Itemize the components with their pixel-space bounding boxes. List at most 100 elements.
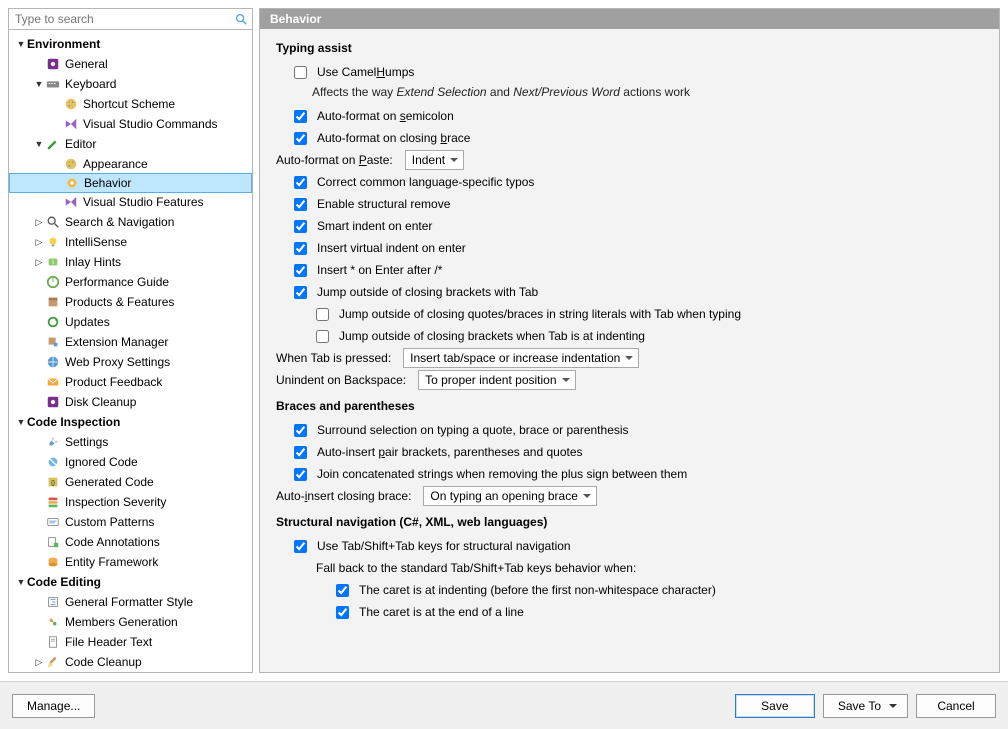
chevron-right-icon[interactable]: ▷ [33,237,45,248]
label-caret-eol: The caret is at the end of a line [359,605,524,619]
tree-item-members-generation[interactable]: ▷Members Generation [9,612,252,632]
tree-item-file-header-text[interactable]: ▷File Header Text [9,632,252,652]
chevron-right-icon[interactable]: ▷ [33,657,45,668]
tree-item-ignored-code[interactable]: ▷Ignored Code [9,452,252,472]
tree-item-product-feedback[interactable]: ▷Product Feedback [9,372,252,392]
gear-red-icon [45,394,61,410]
chevron-right-icon[interactable]: ▷ [33,257,45,268]
cancel-button[interactable]: Cancel [916,694,996,718]
save-to-button[interactable]: Save To [823,694,908,718]
annot-icon [45,534,61,550]
tree-item-shortcut-scheme[interactable]: ▷Shortcut Scheme [9,94,252,114]
checkbox-camelhumps[interactable] [294,66,307,79]
tree-item-extension-manager[interactable]: ▷Extension Manager [9,332,252,352]
tree-item-settings[interactable]: ▷Settings [9,432,252,452]
tree-label: Visual Studio Features [83,195,204,209]
tree-label: General [65,57,108,71]
tree-label: Ignored Code [65,455,138,469]
tree-item-code-annotations[interactable]: ▷Code Annotations [9,532,252,552]
checkbox-jump-tab[interactable] [294,286,307,299]
manage-button[interactable]: Manage... [12,694,95,718]
tree-item-visual-studio-commands[interactable]: ▷Visual Studio Commands [9,114,252,134]
tree-item-editor[interactable]: ▼Editor [9,134,252,154]
chevron-down-icon[interactable]: ▼ [33,79,45,89]
tree-item-products-features[interactable]: ▷Products & Features [9,292,252,312]
tree-item-appearance[interactable]: ▷Appearance [9,154,252,174]
search-input[interactable] [13,11,234,27]
tree-label: Code Editing [27,575,101,589]
tree-item-generated-code[interactable]: ▷{}Generated Code [9,472,252,492]
tree-label: Custom Patterns [65,515,154,529]
combo-autoformat-paste[interactable]: Indent [405,150,464,170]
search-row[interactable] [8,8,253,30]
save-button[interactable]: Save [735,694,815,718]
checkbox-autoformat-semicolon[interactable] [294,110,307,123]
tree-item-code-inspection[interactable]: ▼Code Inspection [9,412,252,432]
tree-item-visual-studio-features[interactable]: ▷Visual Studio Features [9,192,252,212]
checkbox-virtual-indent[interactable] [294,242,307,255]
chevron-down-icon[interactable]: ▼ [15,39,27,49]
combo-unindent-backspace[interactable]: To proper indent position [418,370,575,390]
settings-panel[interactable]: Typing assist Use CamelHumps Affects the… [260,29,999,672]
checkbox-smart-indent[interactable] [294,220,307,233]
label-jump-tab-indent: Jump outside of closing brackets when Ta… [339,329,645,343]
tree-item-inlay-hints[interactable]: ▷iInlay Hints [9,252,252,272]
combo-autoinsert-closing-brace[interactable]: On typing an opening brace [423,486,596,506]
checkbox-autoinsert-pair[interactable] [294,446,307,459]
chevron-right-icon[interactable]: ▷ [33,217,45,228]
tree-item-environment[interactable]: ▼Environment [9,34,252,54]
checkbox-surround-selection[interactable] [294,424,307,437]
tree-label: Web Proxy Settings [65,355,170,369]
section-structural-nav: Structural navigation (C#, XML, web lang… [276,515,983,529]
nav-tree[interactable]: ▼Environment▷General▼Keyboard▷Shortcut S… [8,30,253,673]
tree-item-behavior[interactable]: ▷Behavior [9,173,252,193]
tree-item-updates[interactable]: ▷Updates [9,312,252,332]
tree-item-custom-patterns[interactable]: ▷Custom Patterns [9,512,252,532]
chevron-down-icon[interactable]: ▼ [15,417,27,427]
checkbox-join-strings[interactable] [294,468,307,481]
tree-item-intellisense[interactable]: ▷ IntelliSense [9,232,252,252]
label-virtual-indent: Insert virtual indent on enter [317,241,466,255]
tree-label: Keyboard [65,77,116,91]
chevron-down-icon[interactable]: ▼ [15,577,27,587]
checkbox-caret-eol[interactable] [336,606,349,619]
tree-label: IntelliSense [65,235,127,249]
tree-label: File Header Text [65,635,152,649]
tree-label: Product Feedback [65,375,162,389]
perf-icon [45,274,61,290]
gen-icon: {} [45,474,61,490]
checkbox-jump-tab-literal[interactable] [316,308,329,321]
tree-item-keyboard[interactable]: ▼ Keyboard [9,74,252,94]
tree-item-performance-guide[interactable]: ▷Performance Guide [9,272,252,292]
search-icon [234,12,248,26]
checkbox-structural-nav[interactable] [294,540,307,553]
ext-icon [45,334,61,350]
checkbox-autoformat-brace[interactable] [294,132,307,145]
tree-item-general[interactable]: ▷General [9,54,252,74]
label-autoinsert-closing-brace: Auto-insert closing brace: [276,489,411,503]
checkbox-star-on-enter[interactable] [294,264,307,277]
palette-icon [63,156,79,172]
tree-label: Appearance [83,157,148,171]
wrench-icon [45,434,61,450]
gear-red-icon [45,56,61,72]
tree-item-search-navigation[interactable]: ▷Search & Navigation [9,212,252,232]
tree-item-disk-cleanup[interactable]: ▷Disk Cleanup [9,392,252,412]
checkbox-structural-remove[interactable] [294,198,307,211]
tree-item-web-proxy-settings[interactable]: ▷Web Proxy Settings [9,352,252,372]
vs-icon [63,116,79,132]
tree-item-inspection-severity[interactable]: ▷Inspection Severity [9,492,252,512]
tree-label: Inlay Hints [65,255,121,269]
tree-item-entity-framework[interactable]: ▷Entity Framework [9,552,252,572]
tree-item-code-editing[interactable]: ▼Code Editing [9,572,252,592]
checkbox-caret-indent[interactable] [336,584,349,597]
combo-tab-pressed[interactable]: Insert tab/space or increase indentation [403,348,639,368]
bulb-icon [45,234,61,250]
tree-label: Entity Framework [65,555,158,569]
label-autoformat-paste: Auto-format on Paste: [276,153,393,167]
tree-item-general-formatter-style[interactable]: ▷General Formatter Style [9,592,252,612]
checkbox-correct-typos[interactable] [294,176,307,189]
chevron-down-icon[interactable]: ▼ [33,139,45,149]
checkbox-jump-tab-indent[interactable] [316,330,329,343]
tree-item-code-cleanup[interactable]: ▷Code Cleanup [9,652,252,672]
